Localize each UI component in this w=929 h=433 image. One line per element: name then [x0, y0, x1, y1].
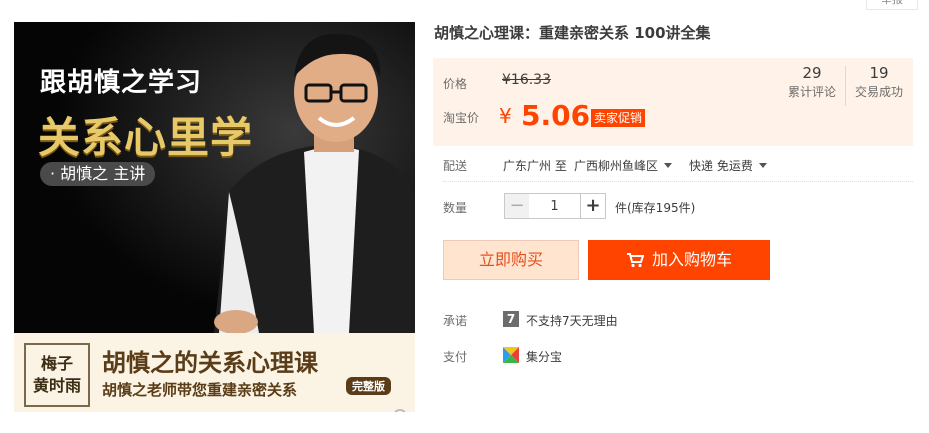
- quantity-label: 数量: [443, 201, 468, 215]
- currency-symbol: ¥: [499, 104, 512, 128]
- chevron-down-icon: [664, 163, 673, 168]
- chevron-down-icon: [758, 163, 767, 168]
- add-to-cart-label: 加入购物车: [651, 250, 732, 269]
- product-hero: 跟胡慎之学习 关系心里学 · 胡慎之 主讲: [14, 22, 415, 333]
- taobao-price-label: 淘宝价: [443, 111, 480, 125]
- buy-now-button[interactable]: 立即购买: [443, 240, 579, 280]
- cart-icon: [626, 253, 644, 268]
- price-label: 价格: [443, 77, 468, 91]
- product-banner: 梅子 黄时雨 胡慎之的关系心理课 胡慎之老师带您重建亲密关系 完整版: [14, 333, 415, 412]
- shop-logo: 梅子 黄时雨: [24, 343, 90, 407]
- shipping-destination-select[interactable]: 广西柳州鱼峰区: [574, 157, 673, 174]
- promo-tag: 卖家促销: [591, 109, 646, 127]
- shipping-origin: 广东广州 至: [503, 159, 567, 173]
- quantity-decrement-button[interactable]: −: [504, 193, 530, 219]
- review-count[interactable]: 29 累计评论: [779, 62, 845, 100]
- hero-presenter-pill: · 胡慎之 主讲: [40, 162, 156, 186]
- shop-logo-bottom: 黄时雨: [32, 376, 81, 395]
- shipping-method: 快递 免运费: [689, 159, 753, 173]
- sales-count: 19 交易成功: [846, 62, 912, 100]
- jifenbao-icon: [503, 347, 519, 363]
- product-main-image[interactable]: 跟胡慎之学习 关系心里学 · 胡慎之 主讲 梅子 黄时雨 胡慎之的关系心理课 胡…: [14, 22, 415, 412]
- promise-label: 承诺: [443, 314, 468, 328]
- shop-logo-top: 梅子: [40, 354, 73, 373]
- shipping-row: 配送 广东广州 至 广西柳州鱼峰区 快递 免运费: [443, 157, 913, 182]
- no-return-icon: 7: [503, 311, 519, 327]
- payment-label: 支付: [443, 350, 468, 364]
- shipping-label: 配送: [443, 159, 468, 173]
- banner-subtitle: 胡慎之老师带您重建亲密关系: [102, 381, 298, 399]
- review-count-number: 29: [802, 64, 822, 82]
- quantity-input[interactable]: [529, 193, 580, 219]
- product-title: 胡慎之心理课：重建亲密关系 100讲全集: [434, 24, 711, 42]
- current-price: 5.06: [521, 99, 591, 132]
- shipping-method-select[interactable]: 快递 免运费: [689, 157, 767, 174]
- sales-count-number: 19: [869, 64, 889, 82]
- hero-heading: 跟胡慎之学习: [40, 68, 203, 98]
- payment-text[interactable]: 集分宝: [526, 348, 562, 365]
- report-link[interactable]: 举报: [866, 0, 918, 10]
- promise-text[interactable]: 不支持7天无理由: [526, 312, 618, 329]
- original-price: ¥16.33: [502, 72, 551, 88]
- review-count-label: 累计评论: [787, 85, 836, 99]
- quantity-increment-button[interactable]: +: [580, 193, 606, 219]
- stock-info: 件(库存195件): [615, 201, 696, 215]
- price-panel: 价格 ¥16.33 淘宝价 ¥ 5.06 卖家促销 29 累计评论 19 交易成…: [433, 58, 913, 146]
- sales-count-label: 交易成功: [854, 85, 903, 99]
- stats-group: 29 累计评论 19 交易成功: [779, 62, 913, 112]
- banner-title: 胡慎之的关系心理课: [102, 349, 318, 377]
- hero-subject: 关系心里学: [38, 113, 254, 162]
- banner-badge: 完整版: [346, 377, 391, 395]
- shipping-destination: 广西柳州鱼峰区: [574, 159, 659, 173]
- zoom-icon[interactable]: [393, 409, 407, 412]
- add-to-cart-button[interactable]: 加入购物车: [588, 240, 770, 280]
